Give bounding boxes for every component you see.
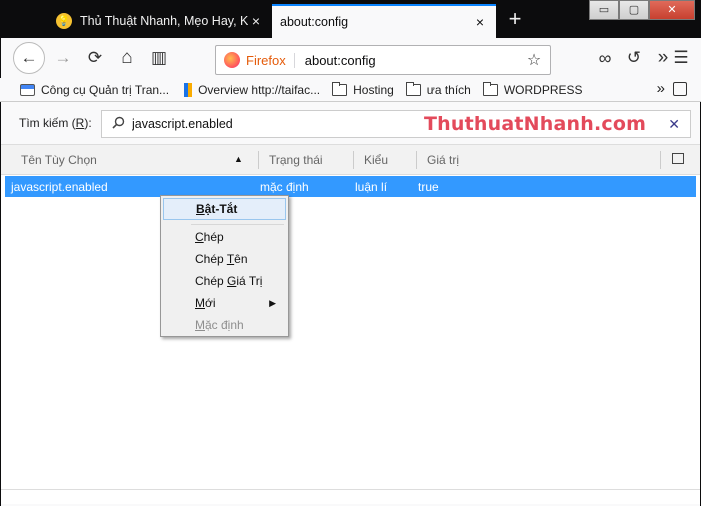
- clear-search-icon[interactable]: ✕: [668, 116, 680, 133]
- window-controls: ▭ ▢ ✕: [589, 0, 695, 20]
- search-field[interactable]: ThuthuatNhanh.com ✕: [101, 110, 691, 138]
- column-header-type[interactable]: Kiểu: [364, 153, 388, 167]
- menu-item-copy-name[interactable]: Chép Tên: [163, 248, 286, 270]
- hamburger-menu-button[interactable]: ☰: [667, 44, 695, 72]
- preferences-table: Tên Tùy Chọn ▲ Trạng thái Kiểu Giá trị j…: [1, 144, 700, 504]
- watermark-logo: ThuthuatNhanh.com: [424, 113, 647, 135]
- column-header-status[interactable]: Trạng thái: [269, 153, 323, 167]
- pref-type: luận lí: [355, 180, 388, 194]
- folder-icon: [482, 81, 498, 96]
- webmaster-icon: [20, 83, 35, 96]
- pref-name: javascript.enabled: [11, 180, 108, 194]
- bookmark-folder-favorites[interactable]: ưa thích: [405, 81, 471, 97]
- folder-icon: [405, 81, 421, 96]
- home-button[interactable]: ⌂: [113, 44, 141, 72]
- bookmarks-toolbar: Công cụ Quản trị Tran... Overview http:/…: [0, 78, 701, 102]
- close-window-button[interactable]: ✕: [649, 0, 695, 20]
- table-row[interactable]: javascript.enabled mặc định luận lí true: [5, 176, 696, 197]
- maximize-button[interactable]: ▢: [619, 0, 649, 20]
- bookmark-item[interactable]: Overview http://taifac...: [181, 82, 321, 97]
- bookmark-label: Hosting: [353, 82, 394, 97]
- tab-thuthuatnhanh[interactable]: 💡 Thủ Thuật Nhanh, Mẹo Hay, Kiến Thức ×: [48, 4, 272, 38]
- bookmark-folder-hosting[interactable]: Hosting: [332, 81, 394, 97]
- lightbulb-icon: 💡: [56, 13, 72, 29]
- submenu-arrow-icon: ▶: [269, 298, 276, 308]
- search-icon: [112, 116, 126, 132]
- forward-button[interactable]: →: [49, 44, 77, 72]
- menu-item-copy[interactable]: Chép: [163, 226, 286, 248]
- tab-title: about:config: [280, 15, 349, 29]
- bookmark-item[interactable]: Công cụ Quản trị Tran...: [20, 83, 169, 97]
- search-row: Tìm kiếm (R): ThuthuatNhanh.com ✕: [1, 102, 700, 144]
- bookmark-label: Overview http://taifac...: [198, 82, 321, 97]
- tab-title: Thủ Thuật Nhanh, Mẹo Hay, Kiến Thức: [80, 14, 248, 28]
- bookmark-label: ưa thích: [426, 82, 471, 97]
- column-header-name[interactable]: Tên Tùy Chọn: [21, 153, 97, 167]
- mask-icon[interactable]: ∞: [591, 44, 619, 72]
- column-divider[interactable]: [416, 151, 417, 169]
- minimize-button[interactable]: ▭: [589, 0, 619, 20]
- url-text[interactable]: about:config: [305, 53, 524, 68]
- tab-close-icon[interactable]: ×: [248, 13, 264, 29]
- pref-status: mặc định: [260, 180, 309, 194]
- column-header-value[interactable]: Giá trị: [427, 153, 459, 167]
- library-icon[interactable]: [673, 82, 687, 96]
- url-bar[interactable]: Firefox about:config ☆: [215, 45, 551, 75]
- analytics-icon: [184, 82, 193, 97]
- bookmark-folder-wordpress[interactable]: WORDPRESS: [482, 81, 583, 97]
- column-divider[interactable]: [660, 151, 661, 169]
- bookmarks-overflow-icon[interactable]: »: [657, 80, 665, 97]
- search-label: Tìm kiếm (R):: [19, 116, 92, 130]
- sort-ascending-icon: ▲: [234, 154, 243, 164]
- menu-item-new[interactable]: Mới ▶: [163, 292, 286, 314]
- sidebar-button[interactable]: ▥: [145, 44, 173, 72]
- table-bottom-border: [1, 489, 700, 490]
- bookmark-star-icon[interactable]: ☆: [524, 50, 544, 70]
- reload-button[interactable]: ⟳: [81, 44, 109, 72]
- history-button[interactable]: ↺: [620, 44, 648, 72]
- tab-about-config[interactable]: about:config ×: [272, 4, 496, 38]
- search-input[interactable]: [132, 117, 392, 131]
- menu-separator: [191, 224, 284, 225]
- folder-icon: [332, 81, 348, 96]
- tab-strip: 💡 Thủ Thuật Nhanh, Mẹo Hay, Kiến Thức × …: [0, 0, 701, 38]
- column-divider[interactable]: [353, 151, 354, 169]
- identity-label[interactable]: Firefox: [246, 52, 295, 68]
- firefox-icon: [224, 52, 240, 68]
- menu-item-toggle[interactable]: Bật-Tắt: [163, 198, 286, 220]
- tab-close-icon[interactable]: ×: [472, 14, 488, 30]
- column-picker-icon[interactable]: [672, 153, 684, 164]
- back-button[interactable]: ←: [13, 42, 45, 74]
- about-config-page: Tìm kiếm (R): ThuthuatNhanh.com ✕ Tên Tù…: [0, 102, 701, 506]
- bookmark-label: WORDPRESS: [503, 82, 583, 97]
- menu-item-copy-value[interactable]: Chép Giá Trị: [163, 270, 286, 292]
- column-divider[interactable]: [258, 151, 259, 169]
- context-menu: Bật-Tắt Chép Chép Tên Chép Giá Trị Mới ▶ …: [160, 195, 289, 337]
- bookmark-label: Công cụ Quản trị Tran...: [41, 82, 170, 97]
- new-tab-button[interactable]: +: [503, 8, 527, 32]
- table-header: Tên Tùy Chọn ▲ Trạng thái Kiểu Giá trị: [1, 145, 700, 175]
- pref-value: true: [418, 180, 439, 194]
- menu-item-reset: Mặc định: [195, 318, 244, 332]
